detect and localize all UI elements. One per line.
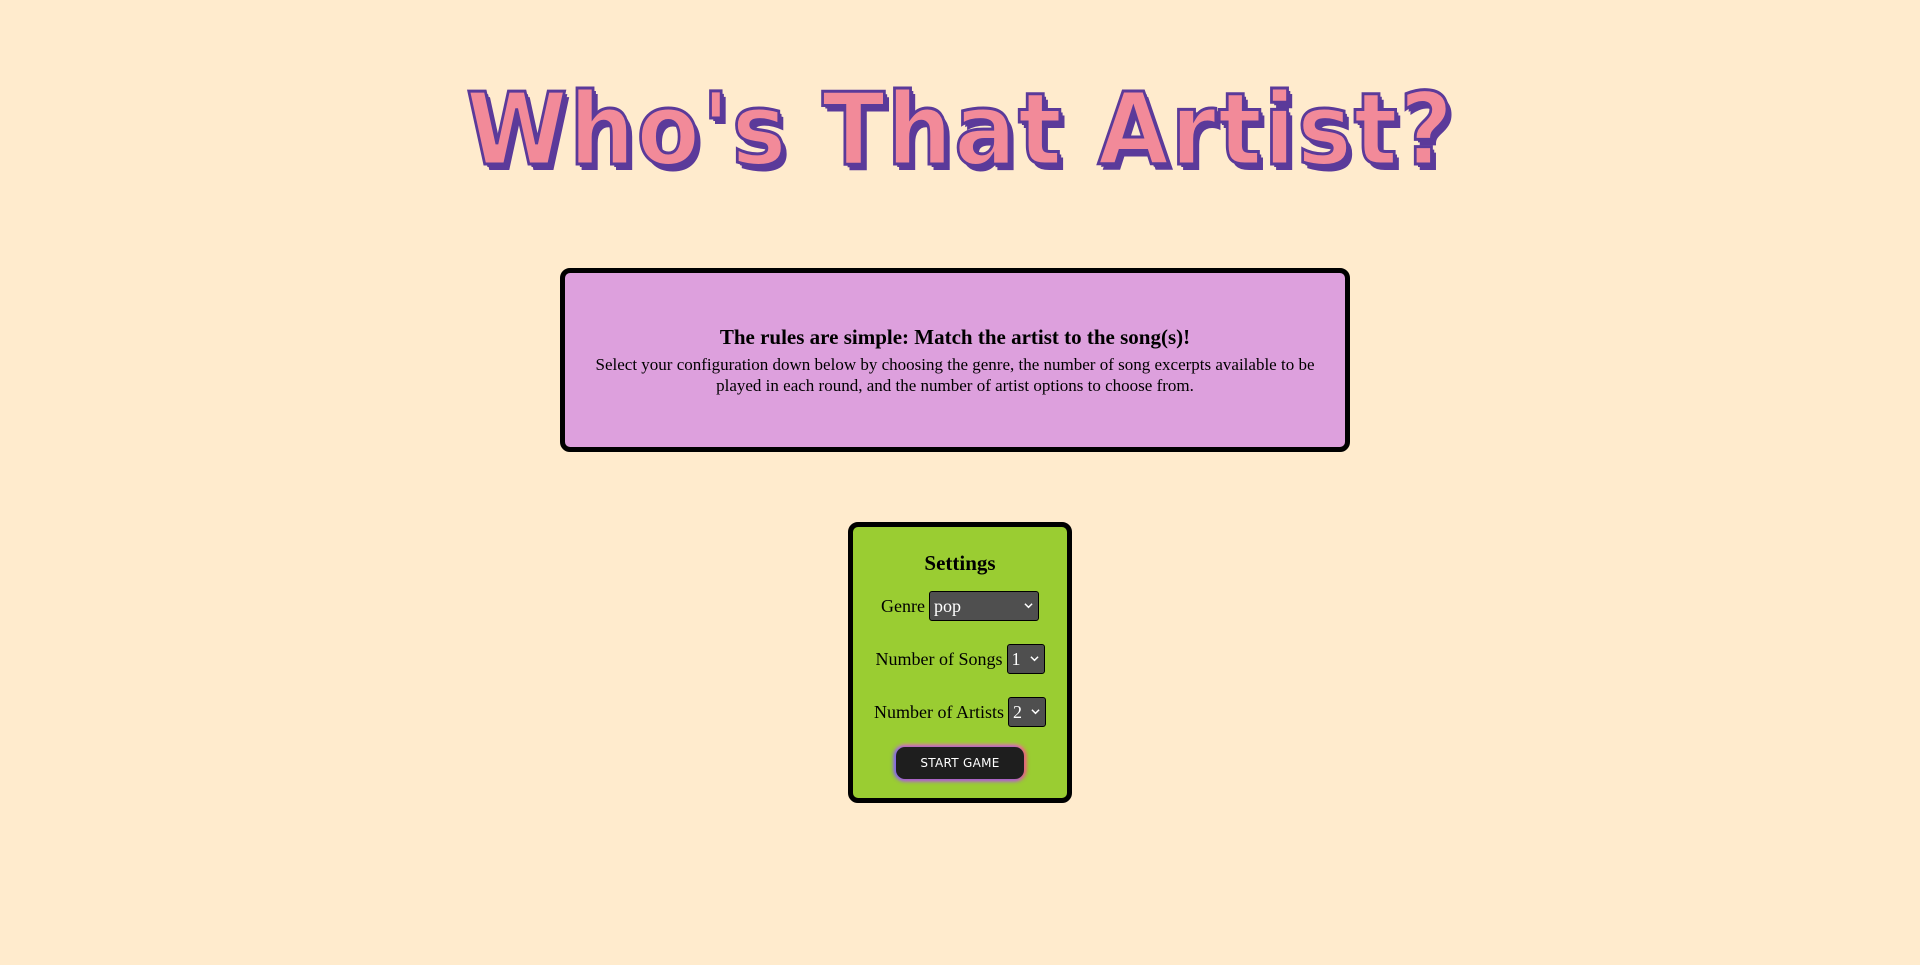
songs-row: Number of Songs 1 — [853, 643, 1067, 675]
genre-row: Genre pop — [853, 590, 1067, 622]
rules-box: The rules are simple: Match the artist t… — [560, 268, 1350, 452]
artists-label: Number of Artists — [874, 701, 1004, 722]
artists-select-value: 2 — [1013, 701, 1022, 722]
songs-select[interactable]: 1 — [1006, 644, 1045, 674]
page-title: Who's That Artist? — [464, 71, 1455, 188]
rules-heading: The rules are simple: Match the artist t… — [719, 324, 1191, 349]
title-container: Who's That Artist? — [0, 71, 1920, 188]
genre-select-value: pop — [933, 595, 961, 616]
rules-text: Select your configuration down below by … — [595, 354, 1315, 395]
songs-select-value: 1 — [1011, 648, 1021, 669]
genre-label: Genre — [881, 595, 925, 616]
chevron-down-icon — [1029, 656, 1039, 662]
songs-label: Number of Songs — [875, 648, 1003, 669]
start-game-button[interactable]: START GAME — [896, 747, 1024, 779]
artists-row: Number of Artists 2 — [853, 696, 1067, 728]
chevron-down-icon — [1024, 603, 1033, 609]
settings-panel: Settings Genre pop Number of Songs 1 Num… — [848, 522, 1072, 803]
genre-select[interactable]: pop — [928, 591, 1039, 621]
artists-select[interactable]: 2 — [1008, 697, 1046, 727]
settings-title: Settings — [924, 551, 996, 575]
chevron-down-icon — [1031, 709, 1040, 715]
